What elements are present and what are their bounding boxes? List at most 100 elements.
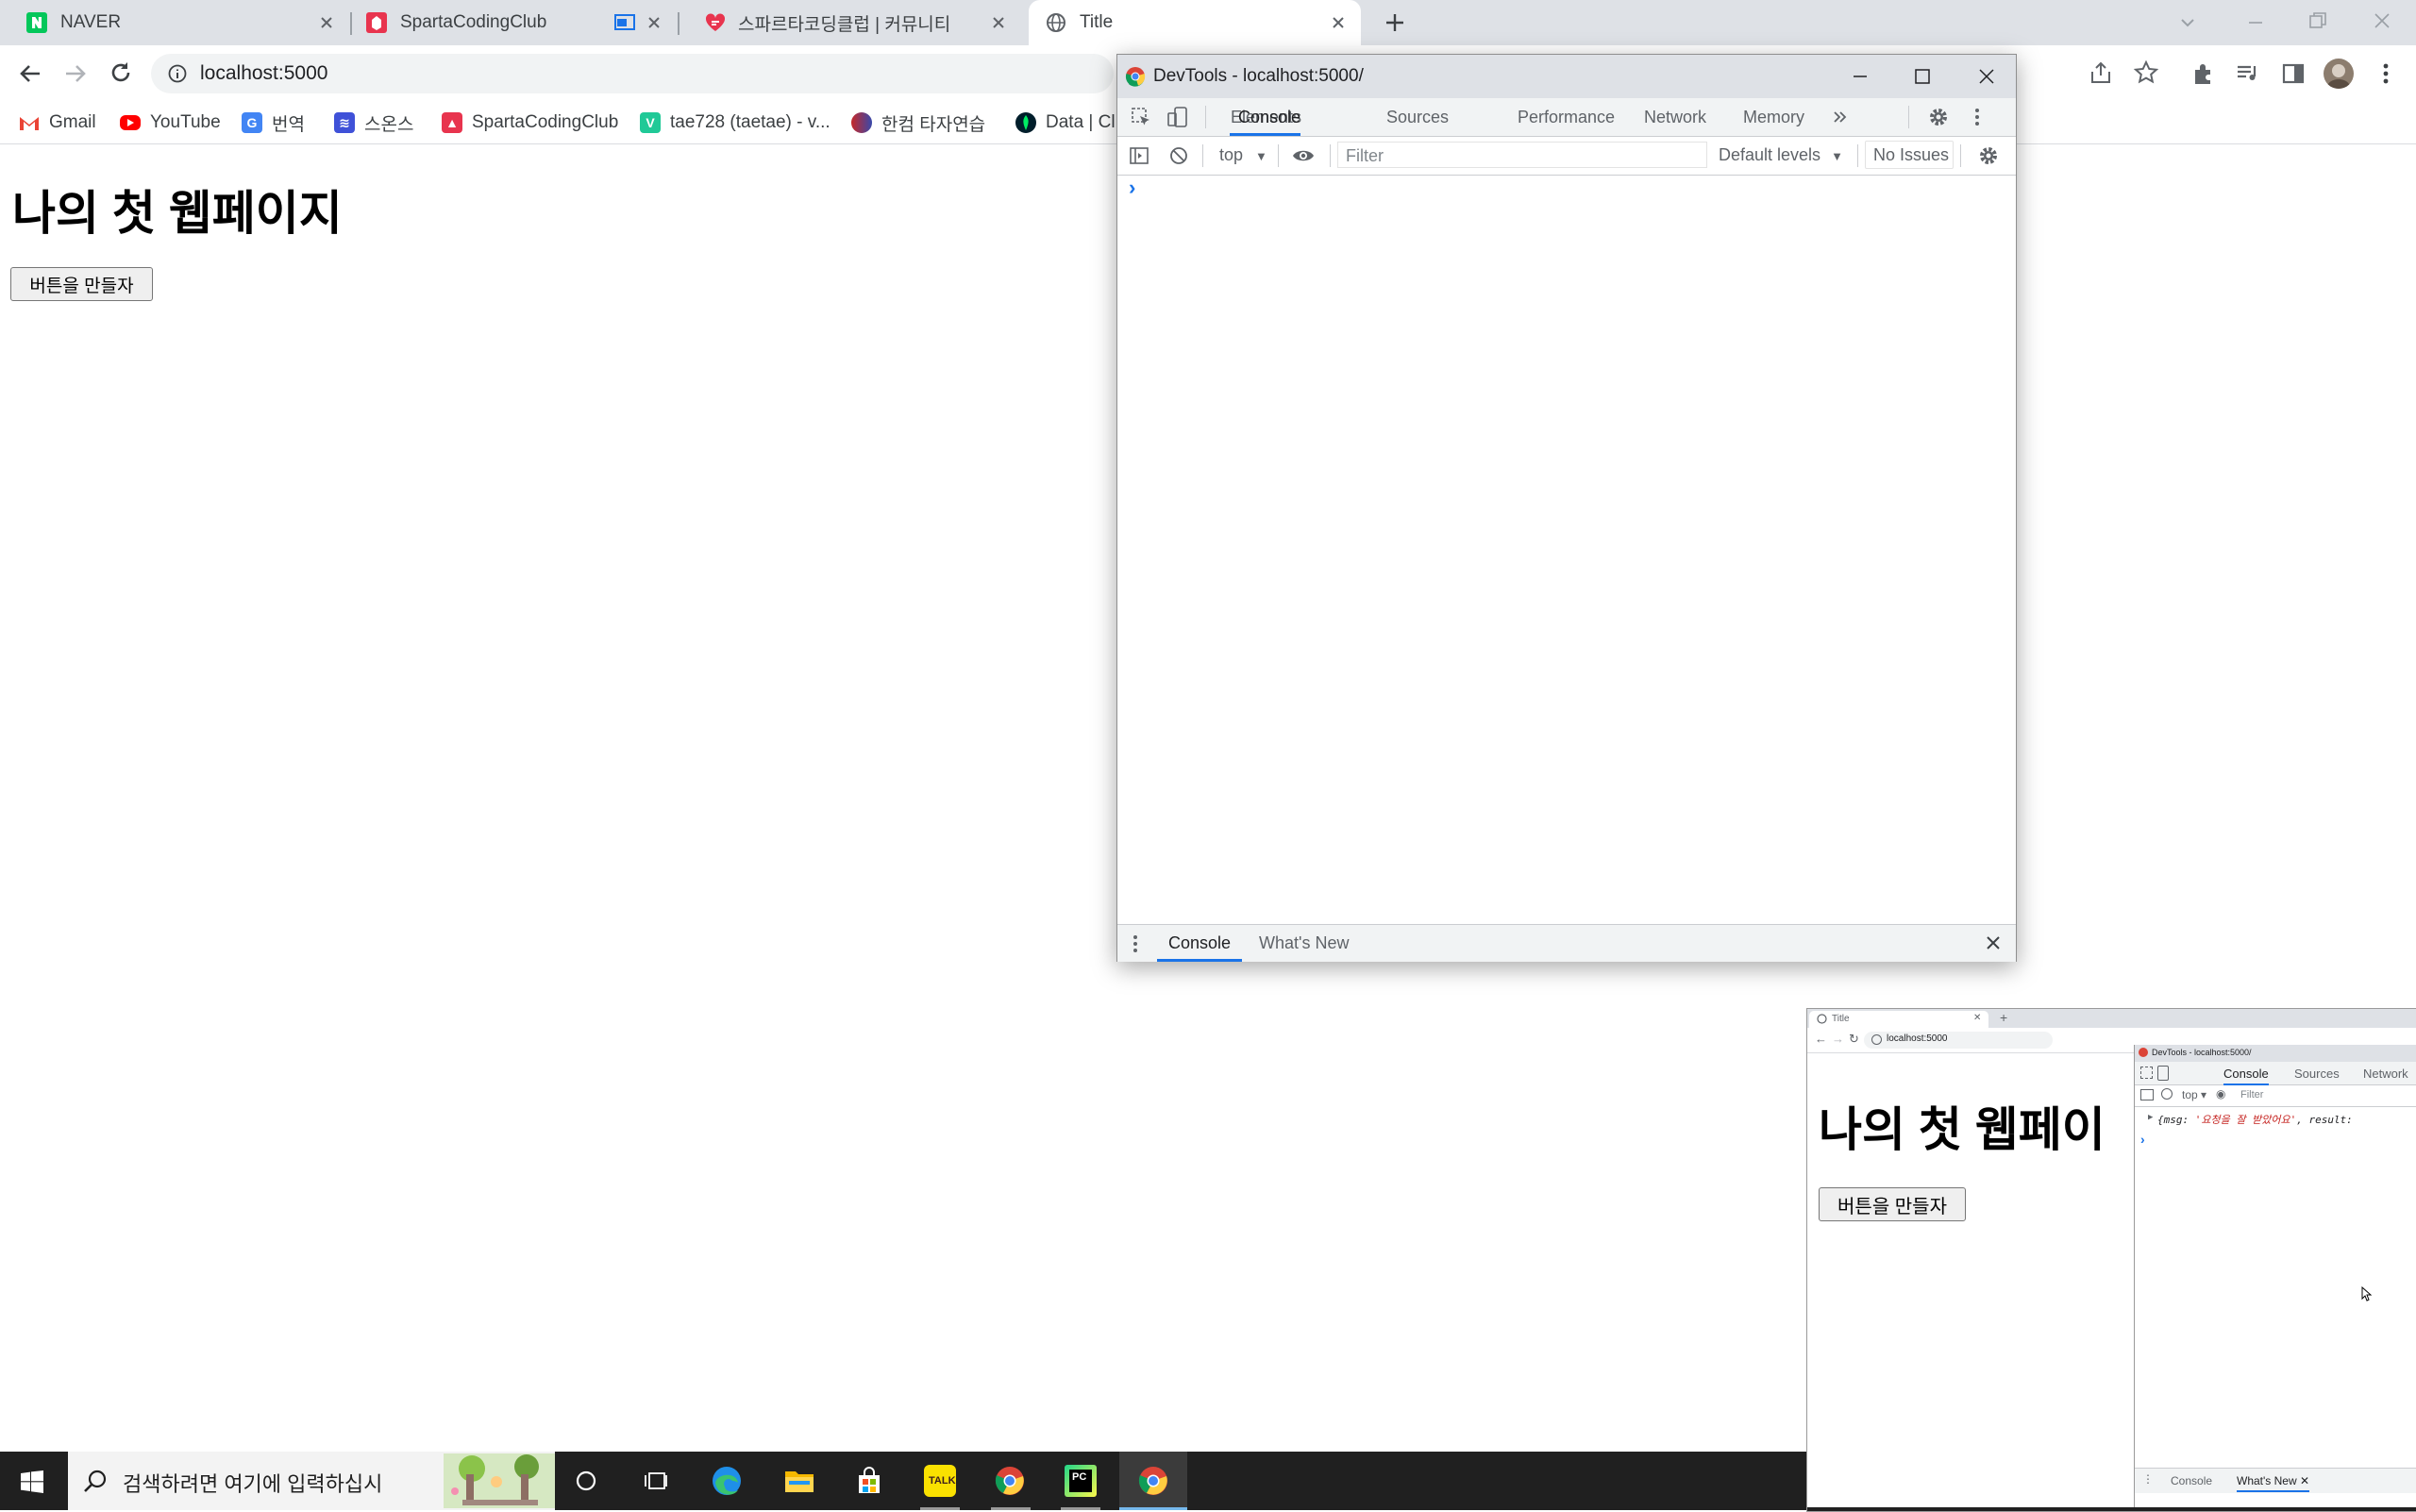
reload-icon[interactable] [108,59,134,86]
clear-console-icon[interactable] [1168,145,1189,166]
bookmark-label: Data | Cl [1046,112,1116,132]
globe-icon [1046,12,1066,33]
minimize-icon[interactable] [2244,11,2267,34]
extensions-icon[interactable] [2190,60,2216,87]
taskbar-active-app[interactable] [1119,1452,1187,1510]
bookmark-seons[interactable]: ≋ 스온스 [334,102,413,143]
bookmark-gmail[interactable]: Gmail [19,102,96,143]
log-msg: '요청을 잘 받았어요' [2194,1114,2297,1126]
thumb-taskbar-edge [1807,1507,2416,1511]
close-tab-icon[interactable] [989,13,1008,32]
console-output[interactable]: › [1117,176,2016,923]
bookmark-hancom[interactable]: 한컴 타자연습 [851,102,985,143]
kebab-menu-icon[interactable] [1967,107,1988,127]
maximize-icon[interactable] [1912,66,1933,87]
taskbar-search-box[interactable]: 검색하려면 여기에 입력하십시 [68,1452,555,1510]
tab-title: Title [1080,12,1114,32]
log-suffix: , result: [2296,1114,2353,1126]
close-drawer-icon[interactable] [1984,933,2003,952]
console-settings-gear-icon[interactable] [1978,145,1999,166]
dropdown-arrow-icon: ▼ [1255,149,1267,163]
tab-spartacodingclub[interactable]: SpartaCodingClub [351,0,677,45]
bookmark-velog[interactable]: V tae728 (taetae) - v... [640,102,830,143]
edge-icon[interactable] [712,1466,742,1496]
mongodb-icon [1015,112,1036,133]
log-levels-dropdown[interactable]: Default levels ▼ [1719,145,1843,165]
issues-button[interactable]: No Issues [1865,141,1954,169]
close-tab-icon[interactable] [317,13,336,32]
separator [1908,106,1909,128]
bookmark-star-icon[interactable] [2133,59,2159,86]
device-toolbar-icon [2157,1066,2169,1081]
tab-community[interactable]: 스파르타코딩클럽 | 커뮤니티 [680,0,1021,45]
make-button[interactable]: 버튼을 만들자 [10,267,153,301]
tab-memory[interactable]: Memory [1743,98,1804,136]
pycharm-icon[interactable]: PC [1065,1465,1097,1497]
side-panel-icon[interactable] [2280,60,2307,87]
thumb-make-button: 버튼을 만들자 [1819,1187,1966,1221]
store-icon[interactable] [855,1467,883,1495]
new-tab-icon[interactable] [1384,11,1406,34]
close-tab-icon[interactable] [645,13,663,32]
url-text[interactable]: localhost:5000 [200,62,327,85]
bookmark-translate[interactable]: G 번역 [242,102,305,143]
thumb-log-entry: ▶ {msg: '요청을 잘 받았어요', result: [2135,1107,2416,1132]
media-control-icon[interactable] [2235,60,2261,87]
back-icon[interactable] [17,60,43,87]
task-view-icon[interactable] [644,1470,668,1492]
file-explorer-icon[interactable] [784,1468,814,1494]
windows-start-icon[interactable] [21,1470,43,1493]
bookmark-youtube[interactable]: YouTube [120,102,221,143]
close-icon: ✕ [2299,1474,2310,1487]
thumb-devtools-tabs: Console Sources Network [2135,1062,2416,1085]
close-tab-icon[interactable] [1329,13,1348,32]
bookmark-label: tae728 (taetae) - v... [670,112,830,132]
console-prompt[interactable]: › [1129,176,1135,200]
bookmark-mongodb[interactable]: Data | Cl [1015,102,1116,143]
settings-gear-icon[interactable] [1928,107,1949,127]
drawer-tab-console[interactable]: Console [1157,925,1243,962]
restore-icon[interactable] [2307,9,2329,32]
inspect-element-icon [2140,1067,2153,1079]
address-bar[interactable]: localhost:5000 [151,54,1114,93]
close-window-icon[interactable] [1976,66,1997,87]
chrome-icon[interactable] [995,1466,1025,1496]
avatar[interactable] [2324,59,2354,89]
drawer-tab-whats-new[interactable]: What's New [1259,925,1349,961]
forward-icon[interactable] [62,60,89,87]
sidebar-toggle-icon[interactable] [1129,145,1149,166]
log-prefix: {msg: [2157,1114,2195,1126]
menu-icon[interactable] [2373,60,2399,87]
bookmark-spartacodingclub[interactable]: ▲ SpartaCodingClub [442,102,618,143]
close-window-icon[interactable] [2371,9,2393,32]
cortana-icon[interactable] [575,1470,597,1492]
thumb-log-text: {msg: '요청을 잘 받았어요', result: [2157,1112,2353,1127]
more-tabs-icon[interactable] [1831,108,1850,126]
screenshot-thumbnail[interactable]: Title ✕ + ← → ↻ localhost:5000 나의 첫 웹페이 … [1806,1008,2416,1512]
minimize-icon[interactable] [1850,66,1871,87]
context-selector[interactable]: top ▼ [1219,145,1267,165]
filter-placeholder: Filter [1346,146,1384,165]
console-toolbar: top ▼ Filter Default levels ▼ No Issues [1117,137,2016,176]
devtools-titlebar: DevTools - localhost:5000/ [1117,55,2016,98]
kakaotalk-icon[interactable]: TALK [924,1465,956,1497]
share-icon[interactable] [2088,60,2114,87]
picture-in-picture-icon[interactable] [614,13,635,32]
tab-sources[interactable]: Sources [1386,98,1449,136]
live-expression-eye-icon[interactable] [1292,145,1315,166]
drawer-menu-icon[interactable] [1131,933,1140,954]
inspect-element-icon[interactable] [1131,107,1151,127]
chrome-icon [1138,1466,1168,1496]
tab-title-active[interactable]: Title [1029,0,1361,45]
new-tab-icon: + [2000,1010,2008,1025]
filter-input[interactable]: Filter [1337,142,1707,168]
tab-network[interactable]: Network [1644,98,1706,136]
bookmark-icon: ≋ [334,112,355,133]
tab-search-icon[interactable] [2178,13,2197,32]
tab-naver[interactable]: NAVER [0,0,349,45]
device-toolbar-icon[interactable] [1166,106,1189,128]
info-icon[interactable] [168,64,187,83]
tab-strip: NAVER SpartaCodingClub 스파르타코딩클럽 | 커뮤니티 T… [0,0,2416,45]
tab-console[interactable]: Console [1238,98,1301,136]
tab-performance[interactable]: Performance [1518,98,1615,136]
